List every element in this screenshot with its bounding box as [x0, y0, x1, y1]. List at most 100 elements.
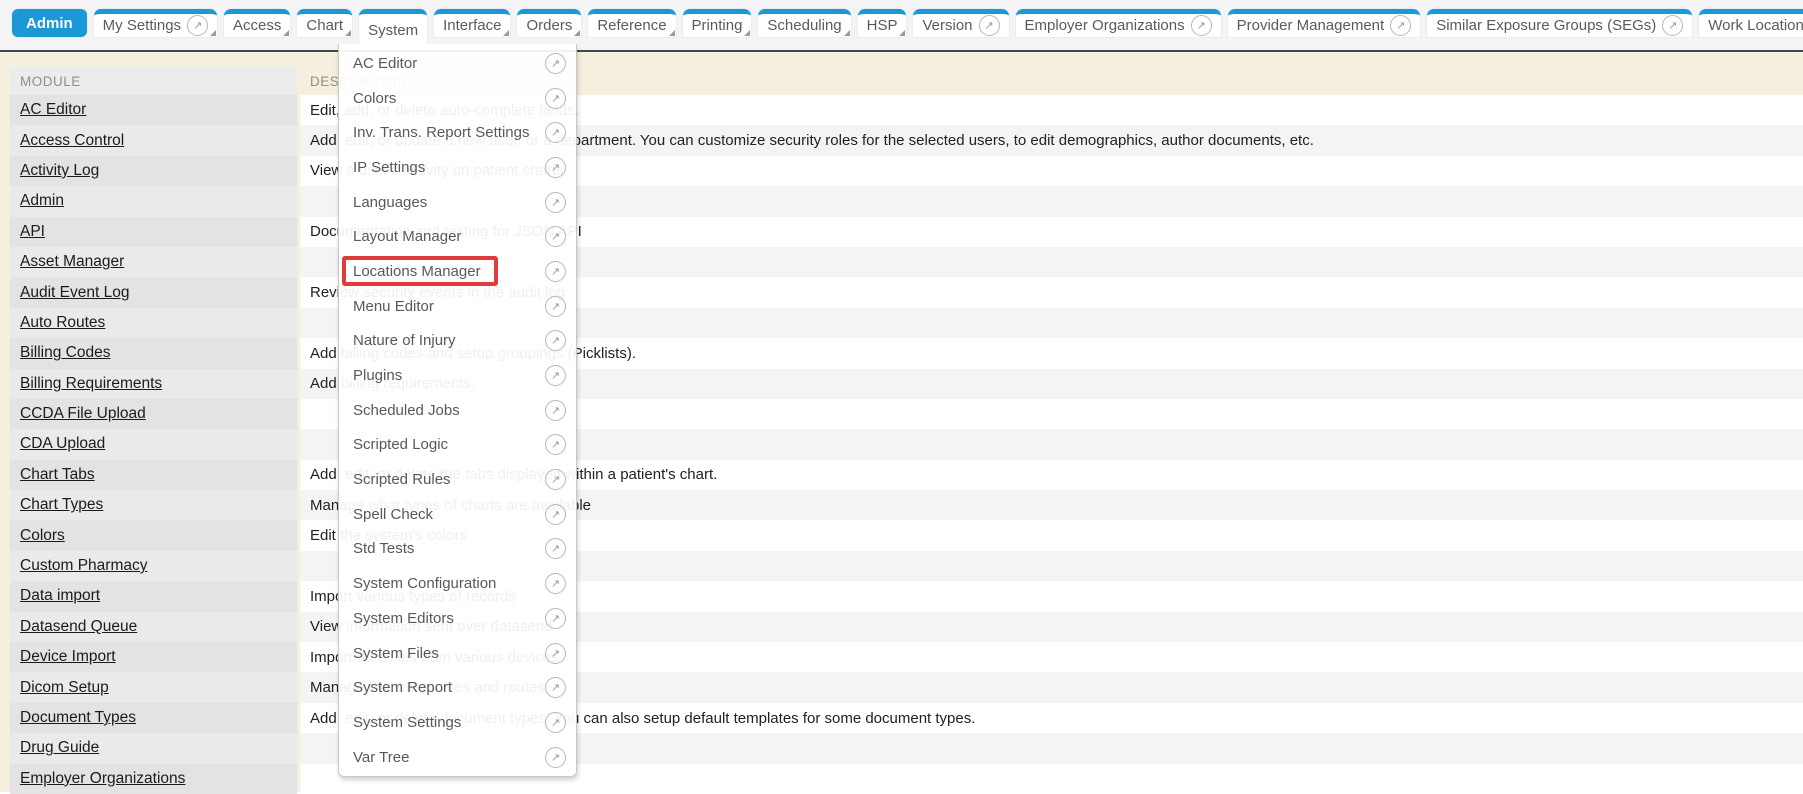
table-row: Admin: [10, 186, 297, 216]
table-row: Auto Routes: [10, 308, 297, 338]
menu-item-system-editors[interactable]: System Editors↗: [339, 601, 576, 636]
tab-printing[interactable]: Printing: [683, 9, 752, 37]
module-link-api[interactable]: API: [20, 223, 45, 241]
menu-item-locations-manager[interactable]: Locations Manager↗: [339, 254, 576, 289]
menu-item-label: Scripted Logic: [353, 436, 448, 453]
menu-item-label: Inv. Trans. Report Settings: [353, 124, 529, 141]
tab-label: Chart: [306, 17, 343, 34]
tab-interface[interactable]: Interface: [434, 9, 510, 37]
table-row: Data import: [10, 581, 297, 611]
menu-item-languages[interactable]: Languages↗: [339, 185, 576, 220]
module-link-ac-editor[interactable]: AC Editor: [20, 101, 86, 119]
tab-scheduling[interactable]: Scheduling: [758, 9, 850, 37]
tab-label: Access: [233, 17, 281, 34]
open-in-new-icon: ↗: [545, 330, 566, 351]
top-nav: AdminMy Settings↗AccessChartSystemInterf…: [0, 0, 1803, 52]
module-link-ccda-file-upload[interactable]: CCDA File Upload: [20, 405, 146, 423]
nav-divider: [0, 50, 1803, 52]
open-in-new-icon: ↗: [1390, 15, 1411, 36]
tab-orders[interactable]: Orders: [517, 9, 581, 37]
menu-item-label: System Settings: [353, 714, 461, 731]
tab-provider-management[interactable]: Provider Management↗: [1228, 9, 1421, 37]
menu-item-system-settings[interactable]: System Settings ↗: [339, 705, 576, 740]
menu-item-system-files[interactable]: System Files↗: [339, 636, 576, 671]
module-link-asset-manager[interactable]: Asset Manager: [20, 253, 124, 271]
module-link-data-import[interactable]: Data import: [20, 587, 100, 605]
table-row: Dicom Setup: [10, 672, 297, 702]
system-dropdown-menu: AC Editor↗Colors↗Inv. Trans. Report Sett…: [338, 44, 577, 777]
submenu-fold-icon: [574, 30, 580, 36]
open-in-new-icon: ↗: [545, 157, 566, 178]
menu-item-label: IP Settings: [353, 159, 425, 176]
tab-employer-organizations[interactable]: Employer Organizations↗: [1016, 9, 1221, 37]
tab-hsp[interactable]: HSP: [858, 9, 907, 37]
module-link-chart-tabs[interactable]: Chart Tabs: [20, 466, 95, 484]
tab-similar-exposure-groups-segs[interactable]: Similar Exposure Groups (SEGs)↗: [1427, 9, 1692, 37]
module-link-chart-types[interactable]: Chart Types: [20, 496, 103, 514]
menu-item-label: System Report: [353, 679, 452, 696]
tab-chart[interactable]: Chart: [297, 9, 352, 37]
module-link-billing-codes[interactable]: Billing Codes: [20, 344, 110, 362]
module-link-colors[interactable]: Colors: [20, 527, 65, 545]
module-link-employer-organizations[interactable]: Employer Organizations: [20, 770, 185, 788]
menu-item-menu-editor[interactable]: Menu Editor ↗: [339, 289, 576, 324]
open-in-new-icon: ↗: [545, 712, 566, 733]
table-row: Drug Guide: [10, 733, 297, 763]
module-link-cda-upload[interactable]: CDA Upload: [20, 435, 105, 453]
module-link-datasend-queue[interactable]: Datasend Queue: [20, 618, 137, 636]
menu-item-label: System Configuration: [353, 575, 496, 592]
submenu-fold-icon: [503, 30, 509, 36]
open-in-new-icon: ↗: [545, 296, 566, 317]
tab-version[interactable]: Version↗: [913, 9, 1008, 37]
submenu-fold-icon: [744, 30, 750, 36]
tab-label: Scheduling: [767, 17, 841, 34]
menu-item-plugins[interactable]: Plugins↗: [339, 358, 576, 393]
module-link-device-import[interactable]: Device Import: [20, 648, 116, 666]
table-row: Document Types: [10, 703, 297, 733]
menu-item-var-tree[interactable]: Var Tree↗: [339, 740, 576, 775]
menu-item-label: Colors: [353, 90, 396, 107]
open-in-new-icon: ↗: [545, 677, 566, 698]
menu-item-system-configuration[interactable]: System Configuration↗: [339, 566, 576, 601]
menu-item-colors[interactable]: Colors↗: [339, 81, 576, 116]
open-in-new-icon: ↗: [545, 608, 566, 629]
menu-item-inv-trans-report-settings[interactable]: Inv. Trans. Report Settings↗: [339, 115, 576, 150]
submenu-fold-icon: [844, 30, 850, 36]
nav-tabs: AdminMy Settings↗AccessChartSystemInterf…: [12, 9, 1803, 46]
tab-work-locations[interactable]: Work Locations↗: [1699, 9, 1803, 37]
tab-system[interactable]: System: [359, 9, 427, 46]
tab-my-settings[interactable]: My Settings↗: [94, 9, 217, 37]
menu-item-nature-of-injury[interactable]: Nature of Injury↗: [339, 324, 576, 359]
tab-reference[interactable]: Reference: [588, 9, 675, 37]
table-row: Chart Tabs: [10, 460, 297, 490]
menu-item-std-tests[interactable]: Std Tests↗: [339, 532, 576, 567]
tab-access[interactable]: Access: [224, 9, 290, 37]
menu-item-spell-check[interactable]: Spell Check↗: [339, 497, 576, 532]
menu-item-scheduled-jobs[interactable]: Scheduled Jobs↗: [339, 393, 576, 428]
module-link-dicom-setup[interactable]: Dicom Setup: [20, 679, 109, 697]
tab-admin[interactable]: Admin: [12, 9, 87, 37]
module-link-access-control[interactable]: Access Control: [20, 132, 124, 150]
menu-item-system-report[interactable]: System Report ↗: [339, 670, 576, 705]
table-row: Activity Log: [10, 156, 297, 186]
tab-label: My Settings: [103, 17, 181, 34]
menu-item-label: Menu Editor: [353, 298, 434, 315]
module-link-document-types[interactable]: Document Types: [20, 709, 136, 727]
open-in-new-icon: ↗: [1662, 15, 1683, 36]
table-row: AC Editor: [10, 95, 297, 125]
module-link-drug-guide[interactable]: Drug Guide: [20, 739, 99, 757]
module-link-billing-requirements[interactable]: Billing Requirements: [20, 375, 162, 393]
module-link-activity-log[interactable]: Activity Log: [20, 162, 99, 180]
menu-item-ac-editor[interactable]: AC Editor↗: [339, 46, 576, 81]
module-link-audit-event-log[interactable]: Audit Event Log: [20, 284, 129, 302]
menu-item-layout-manager[interactable]: Layout Manager↗: [339, 219, 576, 254]
module-link-custom-pharmacy[interactable]: Custom Pharmacy: [20, 557, 147, 575]
menu-item-scripted-logic[interactable]: Scripted Logic↗: [339, 428, 576, 463]
menu-item-ip-settings[interactable]: IP Settings ↗: [339, 150, 576, 185]
tab-label: Interface: [443, 17, 501, 34]
module-link-admin[interactable]: Admin: [20, 192, 64, 210]
open-in-new-icon: ↗: [545, 365, 566, 386]
submenu-fold-icon: [899, 30, 905, 36]
module-link-auto-routes[interactable]: Auto Routes: [20, 314, 105, 332]
menu-item-scripted-rules[interactable]: Scripted Rules↗: [339, 462, 576, 497]
